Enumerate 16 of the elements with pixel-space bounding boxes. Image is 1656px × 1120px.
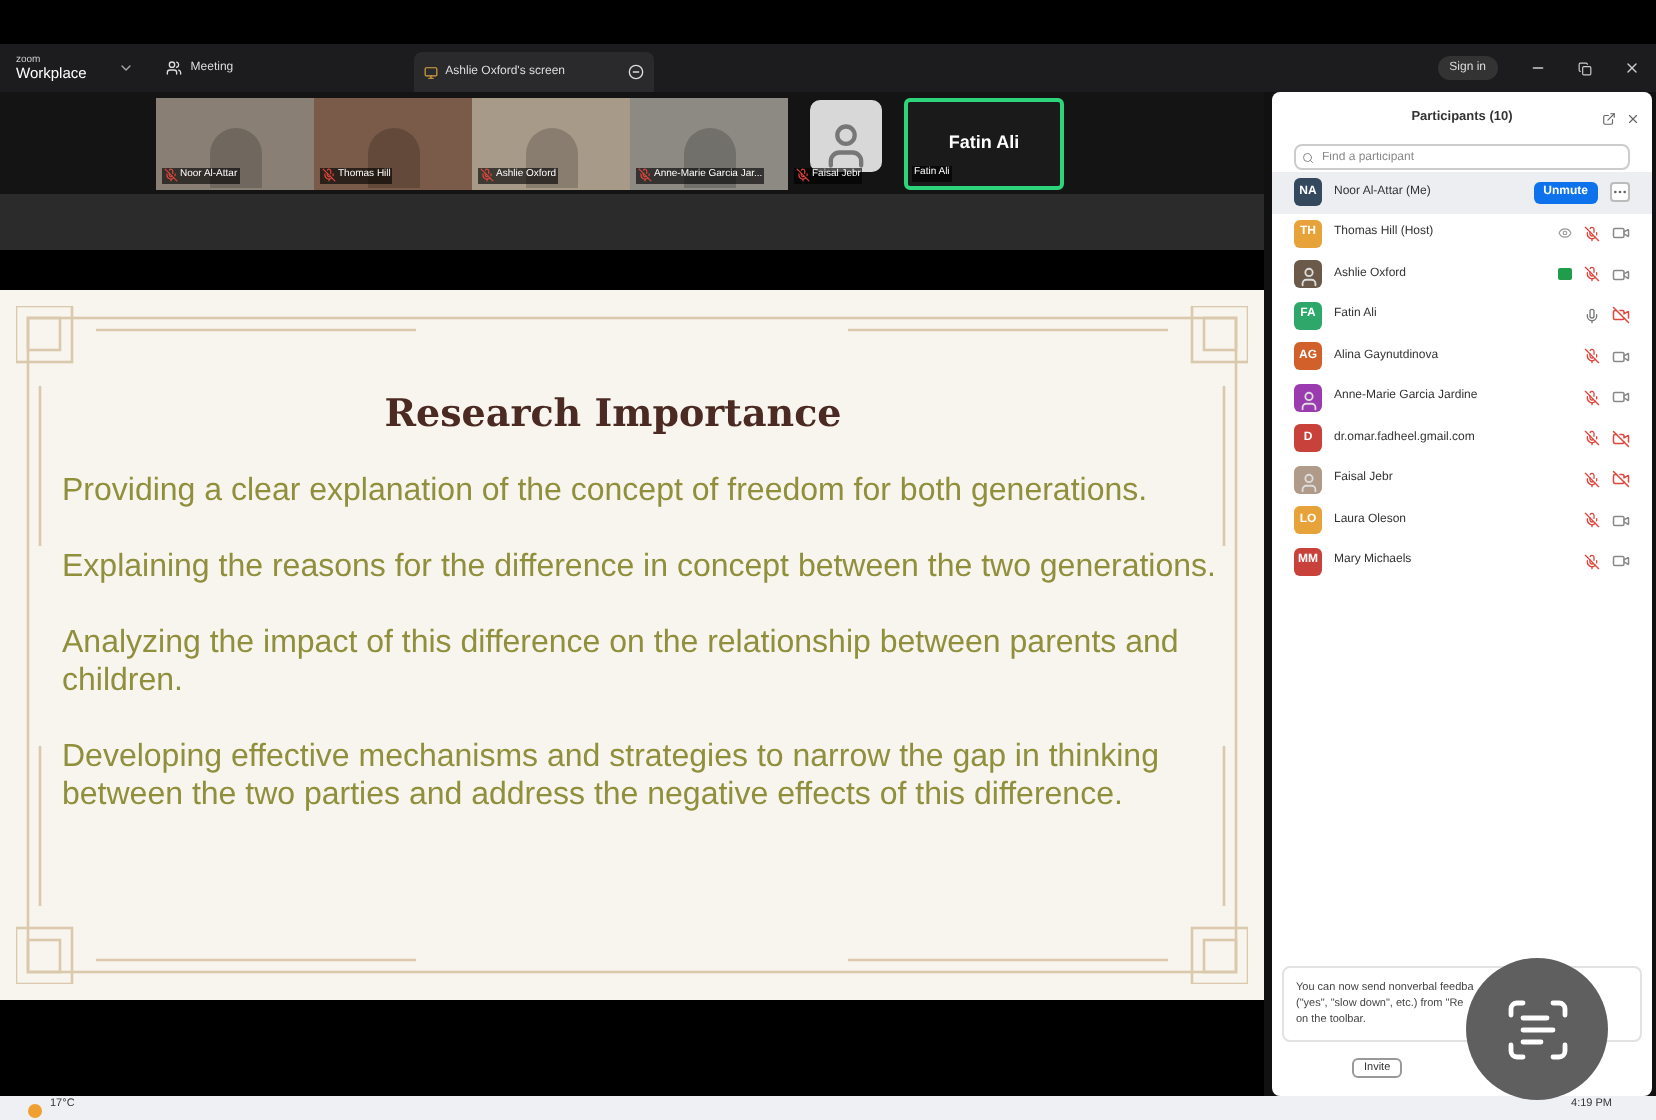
- slide-paragraph: Providing a clear explanation of the concept of freedom for both generations.: [62, 471, 1148, 509]
- more-icon[interactable]: [1610, 182, 1630, 203]
- close-icon[interactable]: [1626, 111, 1640, 125]
- restore-icon[interactable]: [1578, 61, 1592, 75]
- slide-paragraph: Developing effective mechanisms and strategies to narrow the gap in thinking between the two parties and address the negative effects of this difference.: [62, 737, 1161, 813]
- slide-title: Research Importance: [384, 390, 842, 440]
- slide-paragraph: Explaining the reasons for the difference in concept between the two generations.: [62, 547, 1216, 585]
- people-icon: [166, 60, 183, 76]
- minus-circle-icon[interactable]: [627, 64, 644, 80]
- slide-paragraph: Analyzing the impact of this difference on the relationship between parents and children.: [62, 623, 1181, 699]
- participant-display-name: Fatin Ali: [948, 129, 1020, 156]
- monitor-icon: [423, 65, 438, 79]
- weather-icon: [28, 1104, 42, 1118]
- chevron-down-icon[interactable]: [118, 60, 135, 76]
- pop-out-icon[interactable]: [1602, 111, 1616, 125]
- search-icon: [1302, 151, 1314, 163]
